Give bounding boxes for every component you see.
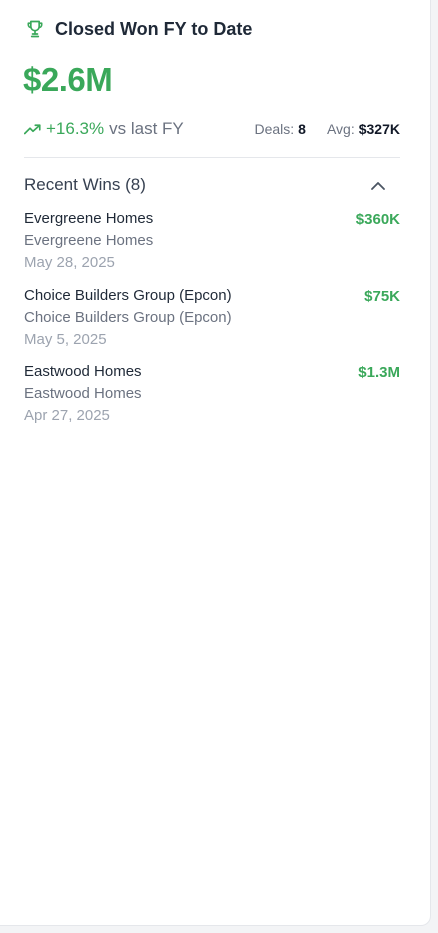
win-deal-name: Choice Builders Group (Epcon) bbox=[24, 286, 232, 304]
card-title: Closed Won FY to Date bbox=[55, 18, 253, 39]
list-item[interactable]: Evergreene Homes $360K Evergreene Homes … bbox=[24, 208, 400, 285]
win-deal-name: Evergreene Homes bbox=[24, 210, 154, 227]
avg-label: Avg: bbox=[326, 121, 355, 137]
list-item[interactable]: Choice Builders Group (Epcon) $75K Choic… bbox=[24, 285, 400, 362]
total-value: $2.6M bbox=[23, 61, 113, 98]
win-amount: $360K bbox=[355, 211, 400, 228]
recent-wins-list: Evergreene Homes $360K Evergreene Homes … bbox=[24, 208, 400, 438]
win-company: Choice Builders Group (Epcon) bbox=[24, 308, 232, 326]
deals-summary: Deals: 8 Avg: $327K bbox=[254, 121, 400, 137]
recent-wins-toggle[interactable]: Recent Wins (8) bbox=[24, 172, 400, 198]
recent-wins-title: Recent Wins (8) bbox=[24, 175, 146, 194]
deals-label: Deals: bbox=[254, 121, 295, 137]
win-company: Evergreene Homes bbox=[24, 232, 154, 249]
stats-row: +16.3% vs last FY Deals: 8 Avg: $327K bbox=[24, 118, 400, 140]
chevron-up-icon[interactable] bbox=[370, 177, 386, 193]
win-date: Apr 27, 2025 bbox=[24, 407, 110, 424]
divider bbox=[24, 157, 400, 158]
card-header: Closed Won FY to Date bbox=[24, 18, 252, 40]
win-deal-name: Eastwood Homes bbox=[24, 363, 142, 380]
trend-percent: +16.3% bbox=[46, 119, 105, 138]
avg-value: $327K bbox=[358, 121, 400, 137]
closed-won-card: Closed Won FY to Date $2.6M +16.3% vs la… bbox=[0, 0, 431, 926]
deals-count: 8 bbox=[298, 121, 306, 137]
win-date: May 28, 2025 bbox=[24, 254, 115, 271]
win-amount: $75K bbox=[364, 287, 400, 305]
win-amount: $1.3M bbox=[358, 364, 400, 381]
win-date: May 5, 2025 bbox=[24, 330, 107, 348]
win-company: Eastwood Homes bbox=[24, 385, 142, 402]
trend-label: vs last FY bbox=[109, 119, 184, 138]
list-item[interactable]: Eastwood Homes $1.3M Eastwood Homes Apr … bbox=[24, 361, 400, 438]
trophy-icon bbox=[24, 18, 46, 40]
trending-up-icon bbox=[24, 122, 42, 136]
